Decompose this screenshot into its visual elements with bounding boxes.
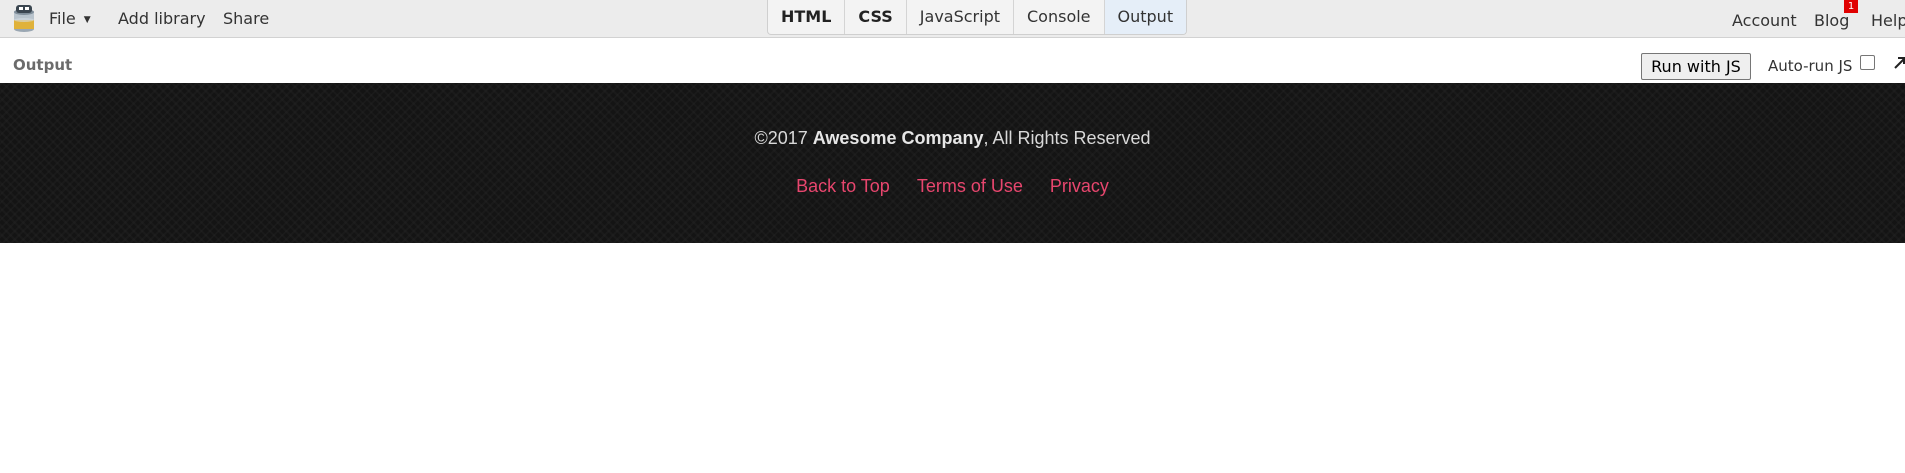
share-button[interactable]: Share — [223, 0, 269, 37]
output-panel-header: Output Run with JS Auto-run JS — [0, 38, 1905, 83]
expand-arrow-icon[interactable] — [1893, 54, 1905, 72]
terms-of-use-link[interactable]: Terms of Use — [917, 176, 1023, 196]
output-footer: ©2017 Awesome Company, All Rights Reserv… — [0, 83, 1905, 243]
footer-links: Back to Top Terms of Use Privacy — [0, 176, 1905, 197]
copyright-suffix: , All Rights Reserved — [983, 128, 1151, 148]
autorun-checkbox[interactable] — [1860, 55, 1875, 70]
back-to-top-link[interactable]: Back to Top — [796, 176, 890, 196]
account-link[interactable]: Account — [1732, 2, 1797, 39]
tab-html[interactable]: HTML — [768, 0, 846, 34]
tab-output[interactable]: Output — [1104, 0, 1187, 34]
file-menu[interactable]: File ▼ — [49, 0, 91, 37]
autorun-label: Auto-run JS — [1768, 57, 1853, 75]
help-link[interactable]: Help — [1871, 2, 1905, 39]
company-name: Awesome Company — [812, 128, 984, 148]
chevron-down-icon: ▼ — [83, 15, 91, 25]
panel-tabs: HTML CSS JavaScript Console Output — [767, 0, 1188, 35]
copyright-text: ©2017 Awesome Company, All Rights Reserv… — [0, 128, 1905, 149]
privacy-link[interactable]: Privacy — [1050, 176, 1109, 196]
tab-console[interactable]: Console — [1014, 0, 1105, 34]
run-with-js-button[interactable]: Run with JS — [1641, 53, 1751, 80]
notification-badge: 1 — [1844, 0, 1858, 13]
file-menu-label: File — [49, 9, 76, 28]
top-toolbar: File ▼ Add library Share HTML CSS JavaScr… — [0, 0, 1905, 38]
add-library-button[interactable]: Add library — [118, 0, 206, 37]
output-panel-title: Output — [13, 56, 73, 74]
tab-css[interactable]: CSS — [845, 0, 907, 34]
jsbin-logo-icon[interactable] — [12, 3, 36, 33]
tab-javascript[interactable]: JavaScript — [907, 0, 1014, 34]
copyright-prefix: ©2017 — [754, 128, 813, 148]
